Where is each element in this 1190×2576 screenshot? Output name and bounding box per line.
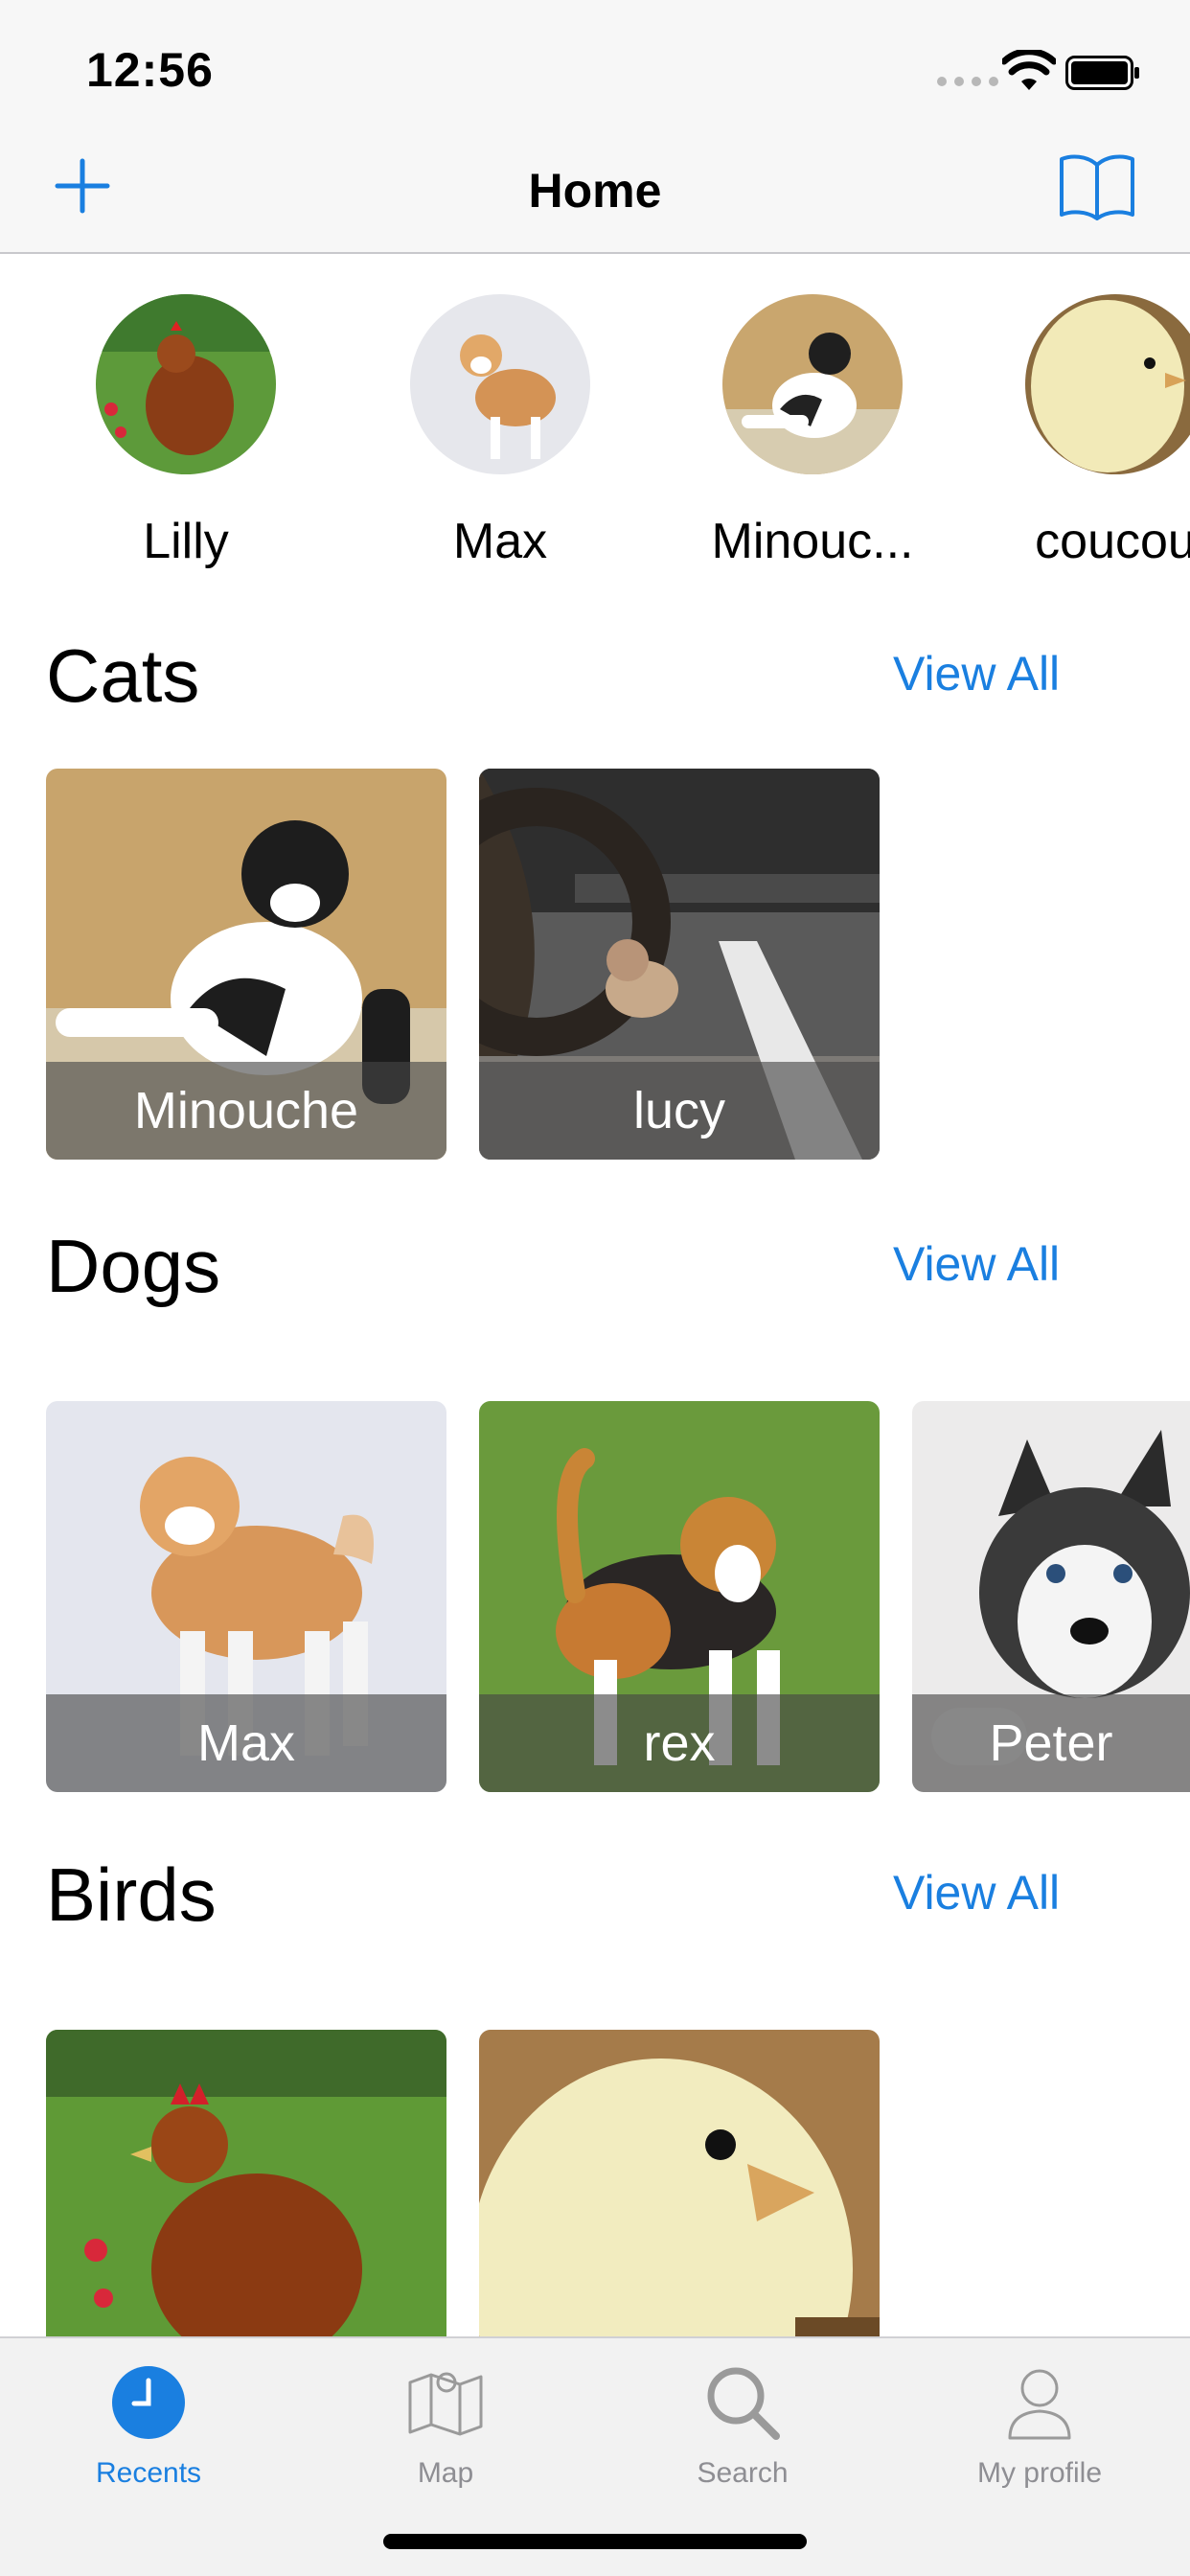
avatar-chicken [96, 294, 276, 474]
tab-label: My profile [976, 2457, 1103, 2489]
view-all-birds-link[interactable]: View All [893, 1865, 1060, 1920]
status-time: 12:56 [86, 43, 214, 97]
tab-label: Map [417, 2457, 474, 2489]
favorite-item[interactable]: Lilly [61, 294, 310, 570]
section-title-dogs: Dogs [46, 1224, 221, 1308]
favorite-item[interactable]: coucou [991, 294, 1190, 570]
home-screen: 12:56 Home Lilly Max Minouc... coucou Ca… [0, 0, 1190, 2576]
favorite-name: Max [452, 514, 548, 569]
cellular-signal-icon [937, 77, 998, 86]
favorite-item[interactable]: Minouc... [688, 294, 937, 570]
pet-name: rex [479, 1694, 880, 1792]
tab-label: Recents [95, 2457, 202, 2489]
pet-card[interactable]: lucy [479, 769, 880, 1160]
view-all-dogs-link[interactable]: View All [893, 1236, 1060, 1292]
section-title-cats: Cats [46, 633, 200, 718]
view-all-cats-link[interactable]: View All [893, 646, 1060, 702]
favorites-strip: Lilly Max Minouc... coucou [0, 254, 1190, 585]
tab-search[interactable]: Search [623, 2359, 862, 2490]
page-title: Home [528, 164, 662, 218]
favorite-name: Minouc... [711, 514, 914, 569]
navigation-bar: Home [0, 126, 1190, 254]
map-icon [408, 2372, 483, 2436]
favorite-item[interactable]: Max [376, 294, 625, 570]
tab-map[interactable]: Map [326, 2359, 565, 2490]
section-title-birds: Birds [46, 1852, 217, 1937]
favorite-name: coucou [1035, 514, 1190, 569]
pet-name: Max [46, 1694, 446, 1792]
pet-name: Peter [912, 1694, 1190, 1792]
pet-name: lucy [479, 1062, 880, 1160]
tab-label: Search [697, 2457, 789, 2489]
pet-card[interactable]: Max [46, 1401, 446, 1792]
pet-card[interactable]: Peter [912, 1401, 1190, 1792]
pet-card[interactable]: Minouche [46, 769, 446, 1160]
favorite-name: Lilly [143, 514, 229, 569]
search-icon [707, 2367, 780, 2440]
clock-icon [112, 2366, 185, 2439]
wifi-icon [1002, 50, 1056, 90]
person-icon [1008, 2369, 1071, 2440]
book-icon[interactable] [1058, 151, 1136, 222]
status-bar: 12:56 [0, 0, 1190, 126]
avatar-akita-dog [410, 294, 590, 474]
tab-recents[interactable]: Recents [29, 2359, 268, 2490]
avatar-cat [722, 294, 903, 474]
tab-my-profile[interactable]: My profile [920, 2359, 1159, 2490]
home-indicator[interactable] [383, 2534, 807, 2549]
pet-card[interactable]: rex [479, 1401, 880, 1792]
pet-name: Minouche [46, 1062, 446, 1160]
battery-icon [1065, 56, 1139, 90]
avatar-chick [1025, 294, 1190, 474]
